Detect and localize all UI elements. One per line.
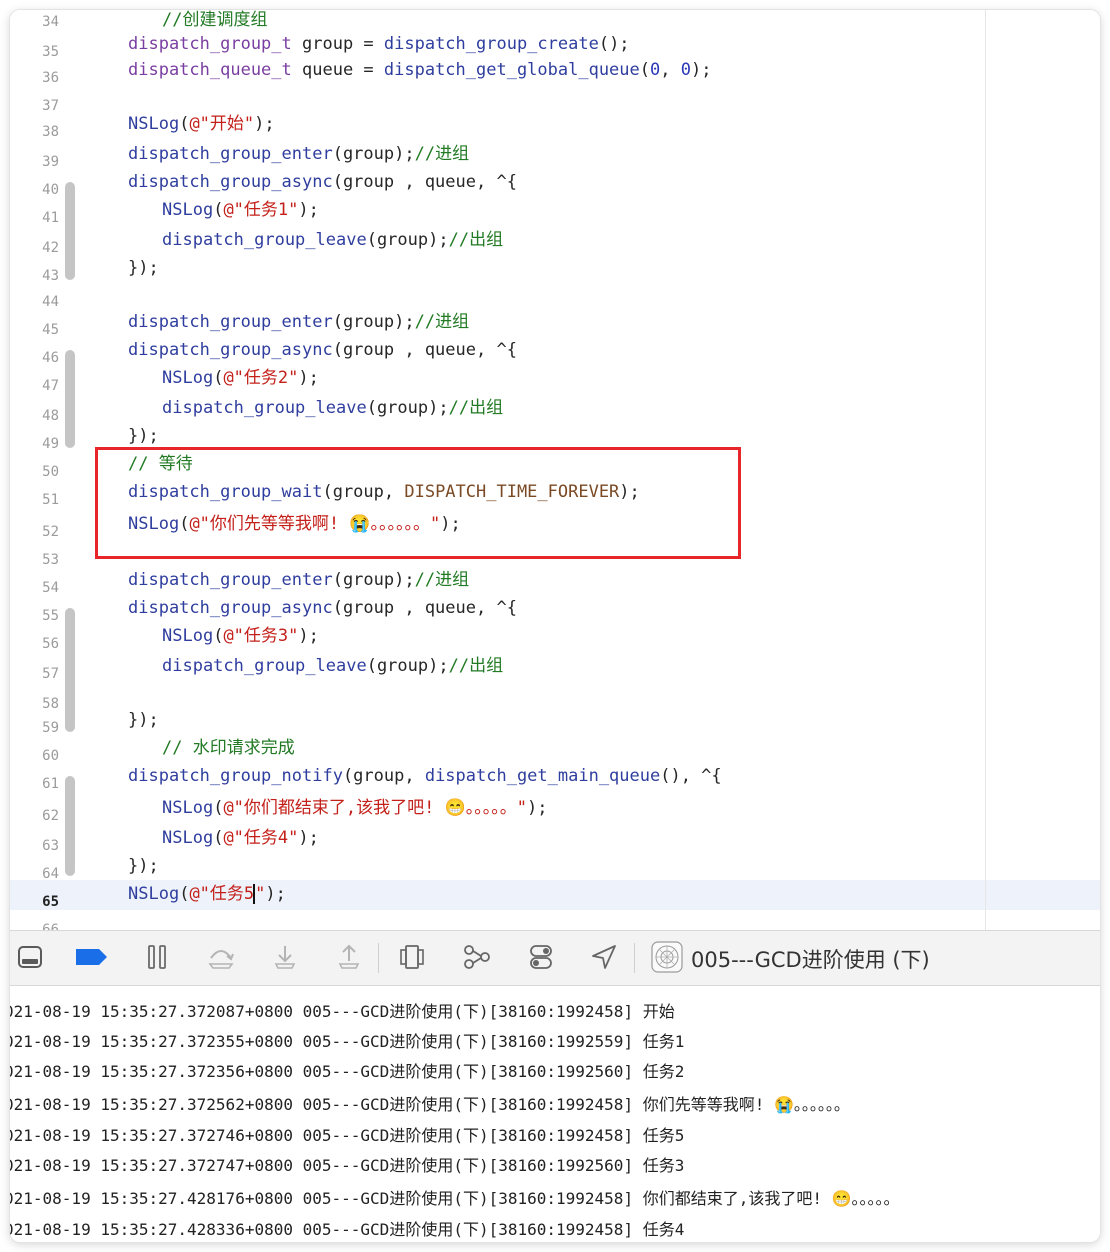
code-line-62: NSLog(@"你们都结束了,该我了吧! 😁。。。。。"); xyxy=(162,798,548,818)
line-number[interactable]: 66 xyxy=(10,922,59,930)
code-fold-ribbon[interactable] xyxy=(65,182,75,280)
code-line-54: dispatch_group_enter(group);//进组 xyxy=(128,570,470,590)
console-output[interactable]: 021-08-19 15:35:27.372087+0800 005---GCD… xyxy=(10,986,1100,1242)
line-number[interactable]: 59 xyxy=(10,720,59,736)
pause-icon[interactable] xyxy=(146,943,168,971)
step-over-icon[interactable] xyxy=(206,943,236,971)
code-line-48: dispatch_group_leave(group);//出组 xyxy=(162,398,504,418)
line-number[interactable]: 48 xyxy=(10,408,59,424)
code-line-63: NSLog(@"任务4"); xyxy=(162,828,319,848)
code-line-56: NSLog(@"任务3"); xyxy=(162,626,319,646)
line-number[interactable]: 45 xyxy=(10,322,59,338)
line-number[interactable]: 43 xyxy=(10,268,59,284)
line-number[interactable]: 64 xyxy=(10,866,59,882)
code-line-40: dispatch_group_async(group , queue, ^{ xyxy=(128,172,517,192)
code-fold-ribbon[interactable] xyxy=(65,776,75,876)
code-line-38: NSLog(@"开始"); xyxy=(128,114,275,134)
code-line-34-partial: //创建调度组 xyxy=(162,10,268,30)
page-guide-line xyxy=(985,10,986,930)
line-number[interactable]: 37 xyxy=(10,98,59,114)
line-number[interactable]: 53 xyxy=(10,552,59,568)
breakpoint-toggle-icon[interactable] xyxy=(74,943,110,971)
line-number[interactable]: 39 xyxy=(10,154,59,170)
red-annotation-box xyxy=(95,447,741,559)
console-line: 021-08-19 15:35:27.428336+0800 005---GCD… xyxy=(10,1220,685,1239)
line-number[interactable]: 58 xyxy=(10,696,59,712)
code-line-42: dispatch_group_leave(group);//出组 xyxy=(162,230,504,250)
source-editor[interactable]: 34 35 36 37 38 39 40 41 42 43 44 45 46 47 48 49 50 51 52 53… xyxy=(10,10,1100,930)
console-line: 021-08-19 15:35:27.372355+0800 005---GCD… xyxy=(10,1032,685,1051)
code-line-61: dispatch_group_notify(group, dispatch_ge… xyxy=(128,766,722,786)
step-into-icon[interactable] xyxy=(272,943,298,971)
console-line: 021-08-19 15:35:27.372562+0800 005---GCD… xyxy=(10,1095,850,1114)
xcode-window: 34 35 36 37 38 39 40 41 42 43 44 45 46 47 48 49 50 51 52 53… xyxy=(10,10,1100,1242)
line-number[interactable]: 65 xyxy=(10,894,59,910)
environment-overrides-icon[interactable] xyxy=(528,943,554,971)
line-number[interactable]: 54 xyxy=(10,580,59,596)
line-number[interactable]: 35 xyxy=(10,44,59,60)
code-line-55: dispatch_group_async(group , queue, ^{ xyxy=(128,598,517,618)
line-number[interactable]: 52 xyxy=(10,524,59,540)
simulate-location-icon[interactable] xyxy=(590,943,618,971)
target-name[interactable]: 005---GCD进阶使用 (下) xyxy=(691,944,930,974)
line-number[interactable]: 60 xyxy=(10,748,59,764)
code-fold-ribbon[interactable] xyxy=(65,350,75,448)
code-line-47: NSLog(@"任务2"); xyxy=(162,368,319,388)
memory-graph-icon[interactable] xyxy=(462,943,492,971)
line-number[interactable]: 61 xyxy=(10,776,59,792)
code-line-65: NSLog(@"任务5"); xyxy=(128,884,286,904)
line-number[interactable]: 46 xyxy=(10,350,59,366)
code-line-57: dispatch_group_leave(group);//出组 xyxy=(162,656,504,676)
code-line-39: dispatch_group_enter(group);//进组 xyxy=(128,144,470,164)
debug-bar: 005---GCD进阶使用 (下) xyxy=(10,930,1100,986)
code-line-49: }); xyxy=(128,426,159,446)
line-number[interactable]: 44 xyxy=(10,294,59,310)
line-number[interactable]: 49 xyxy=(10,436,59,452)
console-line: 021-08-19 15:35:27.428176+0800 005---GCD… xyxy=(10,1189,900,1208)
line-number[interactable]: 56 xyxy=(10,636,59,652)
code-line-36: dispatch_queue_t queue = dispatch_get_gl… xyxy=(128,60,712,80)
toolbar-separator xyxy=(378,943,379,973)
app-target-icon xyxy=(650,941,684,973)
hide-debug-area-icon[interactable] xyxy=(16,943,44,971)
line-number[interactable]: 55 xyxy=(10,608,59,624)
line-number[interactable]: 47 xyxy=(10,378,59,394)
code-fold-ribbon[interactable] xyxy=(65,608,75,732)
line-number[interactable]: 57 xyxy=(10,666,59,682)
code-line-45: dispatch_group_enter(group);//进组 xyxy=(128,312,470,332)
console-line: 021-08-19 15:35:27.372747+0800 005---GCD… xyxy=(10,1156,685,1175)
line-number[interactable]: 50 xyxy=(10,464,59,480)
console-line: 021-08-19 15:35:27.372746+0800 005---GCD… xyxy=(10,1126,685,1145)
line-number[interactable]: 41 xyxy=(10,210,59,226)
line-number[interactable]: 51 xyxy=(10,492,59,508)
console-line: 021-08-19 15:35:27.372356+0800 005---GCD… xyxy=(10,1062,685,1081)
line-number[interactable]: 62 xyxy=(10,808,59,824)
console-line: 021-08-19 15:35:27.372087+0800 005---GCD… xyxy=(10,1002,675,1021)
line-number[interactable]: 63 xyxy=(10,838,59,854)
code-line-41: NSLog(@"任务1"); xyxy=(162,200,319,220)
code-line-46: dispatch_group_async(group , queue, ^{ xyxy=(128,340,517,360)
step-out-icon[interactable] xyxy=(336,943,362,971)
line-number[interactable]: 42 xyxy=(10,240,59,256)
code-line-35: dispatch_group_t group = dispatch_group_… xyxy=(128,34,630,54)
line-number[interactable]: 34 xyxy=(10,14,59,30)
code-line-64: }); xyxy=(128,856,159,876)
line-number[interactable]: 40 xyxy=(10,182,59,198)
line-number[interactable]: 36 xyxy=(10,70,59,86)
line-number[interactable]: 38 xyxy=(10,124,59,140)
code-line-59: }); xyxy=(128,710,159,730)
toolbar-separator xyxy=(634,943,635,973)
code-line-43: }); xyxy=(128,258,159,278)
view-hierarchy-icon[interactable] xyxy=(398,943,426,971)
code-line-60: // 水印请求完成 xyxy=(162,738,295,758)
